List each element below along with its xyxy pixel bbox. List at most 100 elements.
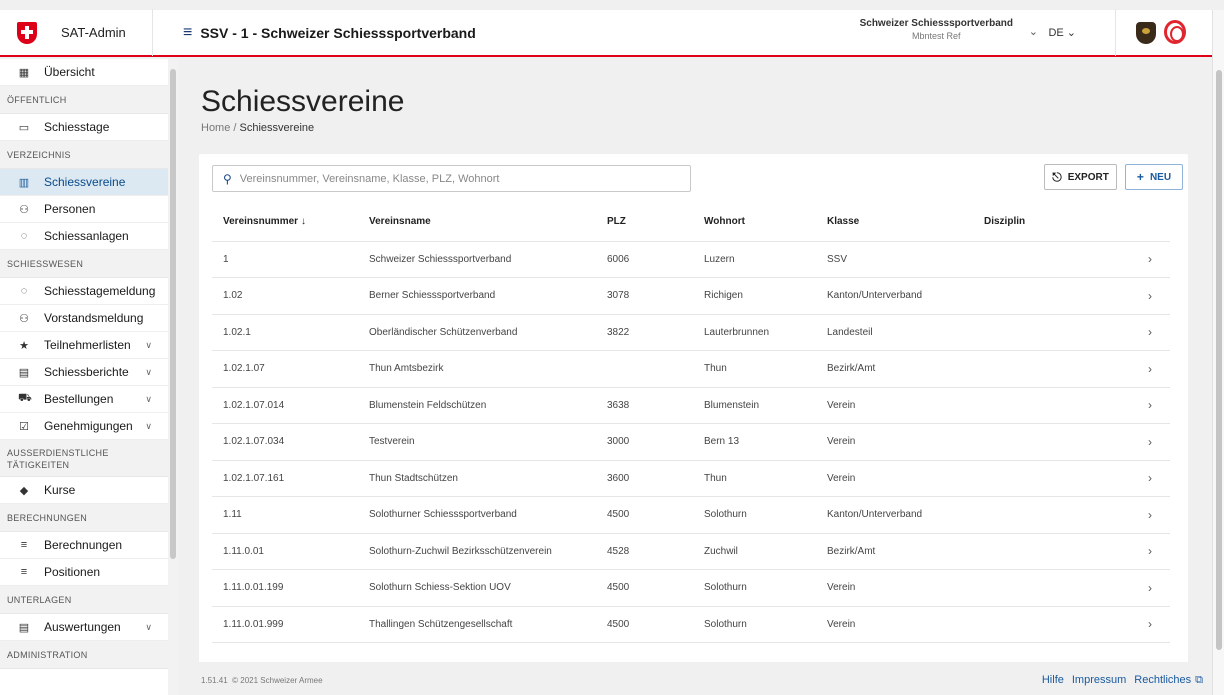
search-input[interactable] — [239, 172, 680, 185]
results-card: ⚲ ⎋ EXPORT + NEU Vereinsnummer↓Vereinsna… — [199, 154, 1188, 666]
sidebar-section-heading: SCHIESSWESEN — [0, 250, 168, 278]
scrollbar-thumb[interactable] — [1216, 70, 1222, 650]
sidebar-section-heading: BERECHNUNGEN — [0, 504, 168, 532]
footer: 1.51.41 © 2021 Schweizer Armee Hilfe Impr… — [178, 662, 1212, 695]
table-cell: Thun Amtsbezirk — [358, 350, 596, 388]
table-cell: Bezirk/Amt — [816, 533, 973, 570]
sort-arrow-icon[interactable]: ↓ — [301, 216, 306, 227]
table-row[interactable]: 1.11 Solothurner Schiesssportverband 4500 S… — [212, 496, 1170, 534]
chevron-right-icon[interactable]: › — [1123, 387, 1170, 424]
swiss-cross-icon[interactable] — [17, 21, 37, 44]
sidebar-item-label: Genehmigungen — [44, 419, 133, 433]
sidebar-item-berechnungen[interactable]: ≡ Berechnungen — [0, 532, 168, 559]
chevron-down-icon[interactable]: ∨ — [145, 340, 152, 351]
table-row[interactable]: 1.02.1.07.034 Testverein 3000 Bern 13 Verein… — [212, 423, 1170, 461]
table-cell — [973, 350, 1123, 388]
language-select[interactable]: DE ⌄ — [1048, 26, 1076, 39]
chevron-down-icon[interactable]: ∨ — [145, 622, 152, 633]
chevron-right-icon[interactable]: › — [1123, 533, 1170, 570]
search-box[interactable]: ⚲ — [212, 165, 691, 192]
table-cell: Solothurn Schiess-Sektion UOV — [358, 569, 596, 607]
chevron-down-icon[interactable]: ∨ — [145, 421, 152, 432]
chevron-right-icon[interactable]: › — [1123, 350, 1170, 388]
breadcrumb-separator: / — [233, 122, 237, 134]
sidebar-item-personen[interactable]: ⚇ Personen — [0, 196, 168, 223]
chevron-right-icon[interactable]: › — [1123, 569, 1170, 607]
chevron-right-icon[interactable]: › — [1123, 496, 1170, 534]
table-cell: Kanton/Unterverband — [816, 277, 973, 315]
sidebar-item-auswertungen[interactable]: ▤ Auswertungen ∨ — [0, 614, 168, 641]
table-header-row: Vereinsnummer ↓ Vereinsname PLZ Wohnort Klass… — [212, 203, 1170, 242]
table-cell: Solothurn — [693, 496, 816, 534]
table-cell: Thun — [693, 350, 816, 388]
column-header[interactable]: Wohnort — [693, 203, 816, 242]
org-switcher[interactable]: Schweizer Schiesssportverband Mbntest Re… — [860, 18, 1013, 41]
list-icon: ≡ — [20, 539, 28, 551]
column-header[interactable]: Vereinsnummer ↓ — [212, 203, 358, 242]
table-row[interactable]: 1 Schweizer Schiesssportverband 6006 Luzern… — [212, 241, 1170, 278]
sidebar-item-vorstandsmeldung[interactable]: ⚇ Vorstandsmeldung — [0, 305, 168, 332]
sidebar-scrollbar[interactable] — [168, 59, 178, 695]
scrollbar-thumb[interactable] — [170, 69, 176, 559]
chevron-right-icon[interactable]: › — [1123, 606, 1170, 643]
sidebar-item-schiessvereine[interactable]: ▥ Schiessvereine — [0, 169, 168, 196]
table-cell: 1.02.1.07.014 — [212, 387, 358, 424]
sidebar-item-schiessanlagen[interactable]: ◌ Schiessanlagen — [0, 223, 168, 250]
chevron-right-icon[interactable]: › — [1123, 460, 1170, 497]
sidebar-item-label: Berechnungen — [44, 538, 123, 552]
table-row[interactable]: 1.02.1 Oberländischer Schützenverband 3822… — [212, 314, 1170, 351]
table-cell: Blumenstein Feldschützen — [358, 387, 596, 424]
table-cell: Berner Schiesssportverband — [358, 277, 596, 315]
table-cell — [973, 423, 1123, 461]
page-scrollbar[interactable] — [1212, 10, 1224, 695]
footer-link-rechtliches[interactable]: Rechtliches — [1134, 674, 1191, 686]
sidebar-item-schiessberichte[interactable]: ▤ Schiessberichte ∨ — [0, 359, 168, 386]
chevron-right-icon[interactable]: › — [1123, 423, 1170, 461]
table-cell — [973, 533, 1123, 570]
menu-icon[interactable]: ≡ — [183, 24, 192, 42]
table-row[interactable]: 1.11.0.01.199 Solothurn Schiess-Sektion U… — [212, 569, 1170, 607]
sidebar-item-kurse[interactable]: ◆ Kurse — [0, 477, 168, 504]
footer-link-impressum[interactable]: Impressum — [1072, 674, 1126, 686]
table-cell: Oberländischer Schützenverband — [358, 314, 596, 351]
chevron-right-icon[interactable]: › — [1123, 277, 1170, 315]
export-button[interactable]: ⎋ EXPORT — [1044, 164, 1117, 190]
sidebar-item-bestellungen[interactable]: ⛟ Bestellungen ∨ — [0, 386, 168, 413]
people-icon: ⚇ — [19, 312, 29, 325]
sidebar-item-genehmigungen[interactable]: ☑ Genehmigungen ∨ — [0, 413, 168, 440]
column-header[interactable]: PLZ — [596, 203, 693, 242]
app-name[interactable]: SAT-Admin — [61, 25, 161, 40]
table-cell: 1.11.0.01.199 — [212, 569, 358, 607]
sidebar-section-heading: ADMINISTRATION — [0, 641, 168, 669]
sidebar-item-schiesstage[interactable]: ▭ Schiesstage — [0, 114, 168, 141]
table-cell: Verein — [816, 460, 973, 497]
chevron-right-icon[interactable]: › — [1123, 241, 1170, 278]
column-header[interactable]: Vereinsname — [358, 203, 596, 242]
building-icon: ▥ — [18, 176, 30, 189]
chevron-down-icon[interactable]: ⌄ — [1029, 25, 1038, 38]
new-button[interactable]: + NEU — [1125, 164, 1183, 190]
external-link-icon[interactable]: ⧉ — [1195, 674, 1203, 686]
table-row[interactable]: 1.02.1.07.014 Blumenstein Feldschützen 363… — [212, 387, 1170, 424]
chevron-down-icon[interactable]: ∨ — [145, 367, 152, 378]
table-row[interactable]: 1.11.0.01 Solothurn-Zuchwil Bezirksschütz… — [212, 533, 1170, 570]
target-icon: ◌ — [20, 285, 28, 297]
sidebar-section-heading: ÖFFENTLICH — [0, 86, 168, 114]
table-cell — [973, 241, 1123, 278]
chevron-down-icon[interactable]: ∨ — [145, 394, 152, 405]
table-cell: Thun Stadtschützen — [358, 460, 596, 497]
footer-link-hilfe[interactable]: Hilfe — [1042, 674, 1064, 686]
table-cell: Solothurner Schiesssportverband — [358, 496, 596, 534]
column-header[interactable]: Klasse — [816, 203, 973, 242]
table-row[interactable]: 1.02.1.07.161 Thun Stadtschützen 3600 Thun V… — [212, 460, 1170, 497]
sidebar-item-teilnehmerlisten[interactable]: ★ Teilnehmerlisten ∨ — [0, 332, 168, 359]
sidebar-item-positionen[interactable]: ≡ Positionen — [0, 559, 168, 586]
sidebar-item-schiesstagemeldung[interactable]: ◌ Schiesstagemeldung — [0, 278, 168, 305]
breadcrumb-home[interactable]: Home — [201, 122, 230, 134]
table-row[interactable]: 1.02 Berner Schiesssportverband 3078 Richig… — [212, 277, 1170, 315]
chevron-right-icon[interactable]: › — [1123, 314, 1170, 351]
table-row[interactable]: 1.11.0.01.999 Thallingen Schützengesellsc… — [212, 606, 1170, 643]
table-row[interactable]: 1.02.1.07 Thun Amtsbezirk Thun Bezirk/Amt › — [212, 350, 1170, 388]
column-header[interactable]: Disziplin — [973, 203, 1123, 242]
sidebar-item-übersicht[interactable]: ▦ Übersicht — [0, 59, 168, 86]
